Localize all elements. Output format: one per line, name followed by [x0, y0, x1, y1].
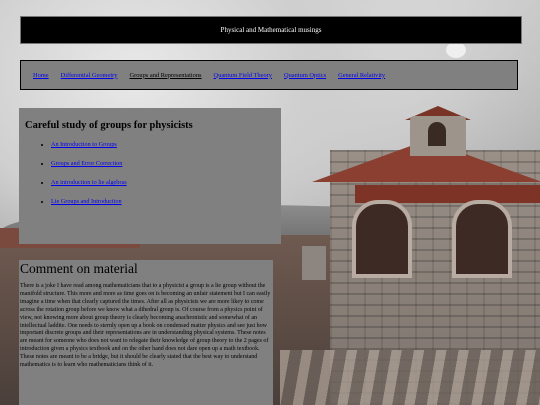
- nav-link-general-relativity[interactable]: General Relativity: [338, 72, 385, 79]
- nav-link-quantum-field-theory[interactable]: Quantum Field Theory: [214, 72, 272, 79]
- link-lie-groups-intro[interactable]: Lie Groups and Introduction: [51, 198, 122, 205]
- nav-link-home[interactable]: Home: [33, 72, 49, 79]
- bell-window: [428, 122, 446, 146]
- link-groups-error-correction[interactable]: Groups and Error Correction: [51, 160, 122, 167]
- list-item: Lie Groups and Introduction: [51, 198, 281, 205]
- main-nav: Home Differential Geometry Groups and Re…: [20, 60, 518, 90]
- list-item: Groups and Error Correction: [51, 160, 281, 167]
- chapel-arch: [352, 200, 412, 278]
- comment-panel: Comment on material There is a joke I ha…: [19, 260, 273, 405]
- link-intro-lie-algebras[interactable]: An introduction to lie algebras: [51, 179, 127, 186]
- comment-body-text: There is a joke I have read among mathem…: [20, 283, 271, 369]
- list-item: An introduction to lie algebras: [51, 179, 281, 186]
- chapel-arch: [452, 200, 512, 278]
- stone-rubble: [280, 350, 540, 405]
- nav-link-differential-geometry[interactable]: Differential Geometry: [61, 72, 118, 79]
- list-item: An Introduction to Groups: [51, 141, 281, 148]
- comment-panel-heading: Comment on material: [20, 261, 138, 276]
- groups-panel-heading: Careful study of groups for physicists: [25, 120, 193, 131]
- light-orb: [446, 42, 466, 58]
- link-intro-groups[interactable]: An Introduction to Groups: [51, 141, 117, 148]
- groups-panel: Careful study of groups for physicists A…: [19, 108, 281, 244]
- stone-pillar: [302, 246, 326, 280]
- site-header: Physical and Mathematical musings: [20, 16, 522, 44]
- nav-link-quantum-optics[interactable]: Quantum Optics: [284, 72, 326, 79]
- site-title: Physical and Mathematical musings: [220, 26, 322, 34]
- groups-link-list: An Introduction to Groups Groups and Err…: [25, 141, 281, 205]
- nav-link-groups-and-representations[interactable]: Groups and Representations: [129, 72, 201, 79]
